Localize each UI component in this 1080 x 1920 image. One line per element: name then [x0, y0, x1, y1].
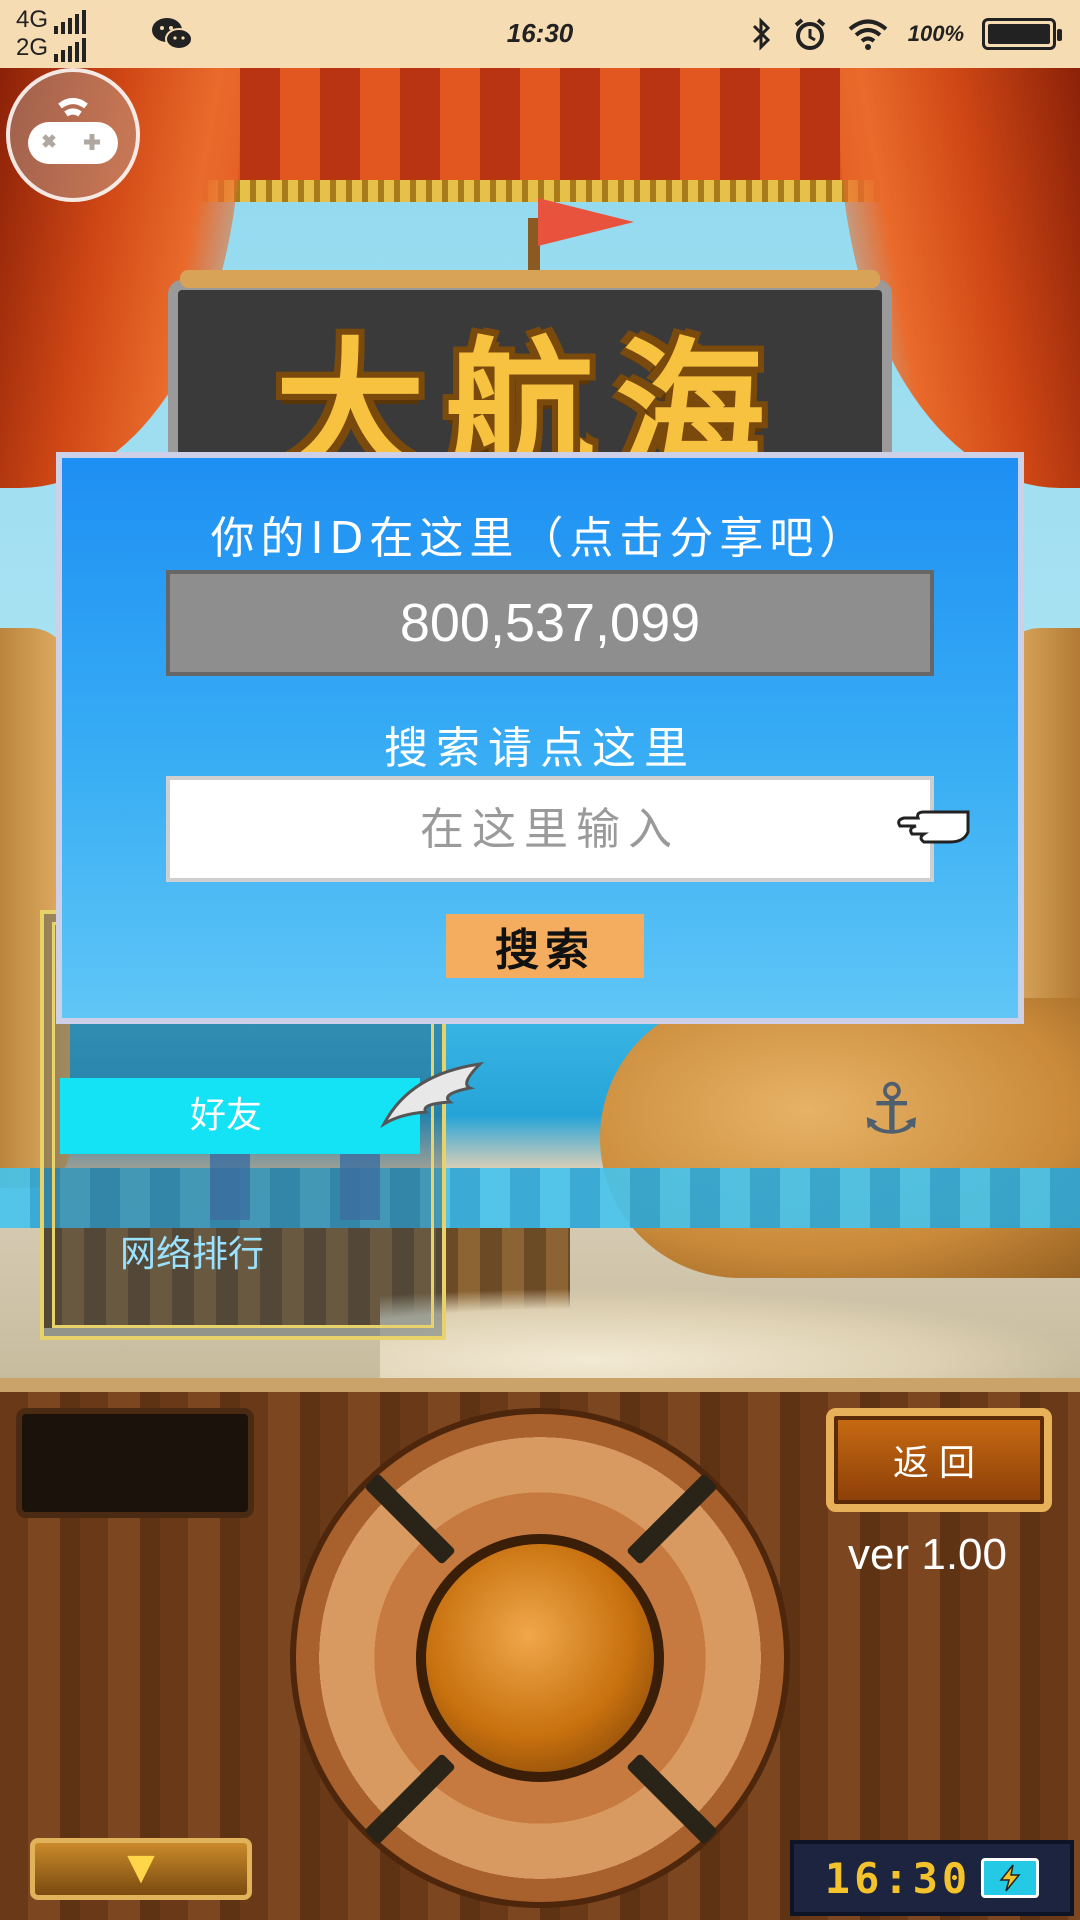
network-ranking-button[interactable]: 网络排行	[120, 1225, 264, 1277]
game-clock-time: 16:30	[824, 1853, 972, 1903]
mini-screen	[16, 1408, 254, 1518]
player-id-box[interactable]: 800,537,099	[166, 570, 934, 676]
search-button[interactable]: 搜索	[446, 914, 644, 978]
anchor-icon: ⚓	[860, 1068, 923, 1150]
wing-icon	[380, 1061, 485, 1129]
battery-icon	[982, 18, 1062, 50]
id-label: 你的ID在这里（点击分享吧）	[210, 513, 870, 564]
clouds	[380, 1288, 1080, 1378]
status-right-group: 100%	[750, 12, 1062, 56]
version-label: ver 1.00	[848, 1530, 1007, 1579]
friends-button[interactable]: 好友	[60, 1078, 420, 1154]
game-clock: 16:30	[790, 1840, 1074, 1916]
chevron-down-icon: ▼	[127, 1847, 155, 1888]
control-panel: 返回 ver 1.00 ▼ 16:30	[0, 1378, 1080, 1920]
dpad-divider	[626, 1473, 718, 1565]
gamepad-icon	[28, 98, 118, 164]
scroll-down-button[interactable]: ▼	[30, 1838, 252, 1900]
player-id-value: 800,537,099	[399, 593, 701, 653]
ship-stern	[600, 998, 1080, 1278]
battery-fill	[988, 24, 1050, 44]
gamepad-float-button[interactable]	[6, 68, 140, 202]
lightning-icon	[999, 1864, 1021, 1892]
pixel-characters	[210, 1150, 410, 1220]
search-input[interactable]	[166, 776, 934, 882]
charging-icon	[981, 1858, 1040, 1898]
battery-percent: 100%	[907, 21, 964, 46]
dpad-divider	[364, 1473, 456, 1565]
flag-icon	[538, 198, 634, 246]
status-bar: 4G 2G 16:30 100%	[0, 0, 1080, 68]
pointing-hand-icon	[897, 810, 970, 844]
alarm-icon	[794, 18, 825, 50]
action-button[interactable]	[416, 1534, 664, 1782]
wifi-icon	[848, 19, 887, 50]
dpad-divider	[626, 1753, 718, 1845]
dpad-divider	[364, 1753, 456, 1845]
sail-yard	[180, 270, 880, 288]
bluetooth-icon	[752, 17, 770, 51]
friend-search-dialog: 你的ID在这里（点击分享吧） 800,537,099 搜索请点这里 搜索	[56, 452, 1024, 1024]
search-label: 搜索请点这里	[384, 723, 696, 774]
back-button[interactable]: 返回	[826, 1408, 1052, 1512]
